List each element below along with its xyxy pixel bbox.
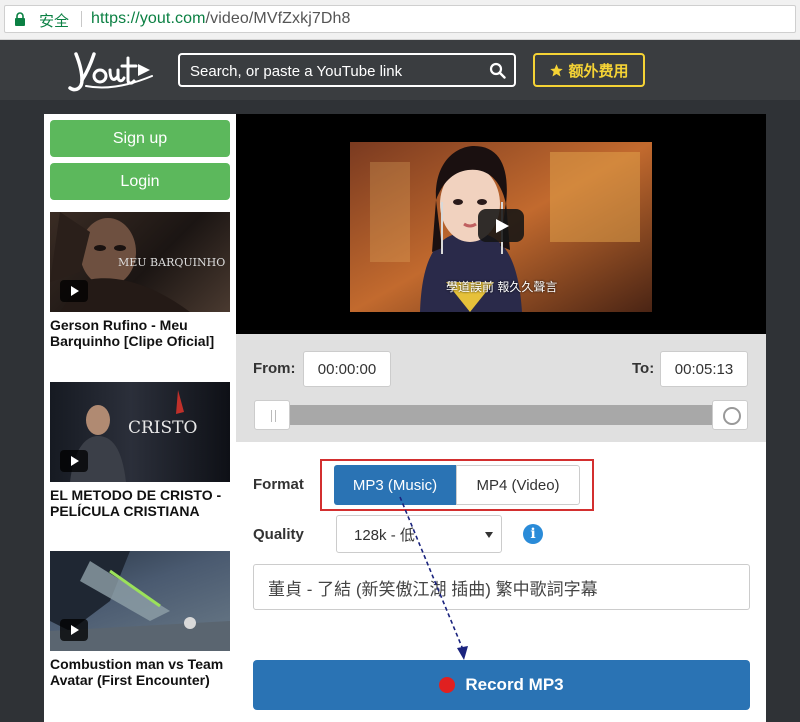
url-path: /video/MVfZxkj7Dh8 [205, 10, 351, 27]
signup-button[interactable]: Sign up [50, 120, 230, 157]
from-time-input[interactable]: 00:00:00 [303, 351, 391, 387]
video-thumbnail[interactable]: CRISTO [50, 382, 230, 482]
star-icon [550, 63, 564, 76]
url-host: https://yout.com [91, 10, 206, 27]
quality-select[interactable]: 128k - 低 [336, 515, 502, 553]
play-icon[interactable] [60, 280, 88, 302]
search-icon[interactable] [489, 62, 506, 79]
title-input[interactable]: 董貞 - 了結 (新笑傲江湖 插曲) 繁中歌詞字幕 [253, 564, 750, 610]
quality-value: 128k - 低 [354, 526, 415, 544]
browser-address-bar: 安全 https://yout.com/video/MVfZxkj7Dh8 [0, 0, 800, 40]
video-title[interactable]: Gerson Rufino - Meu Barquinho [Clipe Ofi… [50, 317, 230, 349]
to-label: To: [632, 360, 655, 377]
options-panel: Format MP3 (Music) MP4 (Video) Quality 1… [236, 442, 766, 722]
url-text[interactable]: https://yout.com/video/MVfZxkj7Dh8 [91, 10, 351, 28]
play-icon[interactable] [60, 619, 88, 641]
left-sidebar: Sign up Login MEU BARQUINHO Gerson Rufin… [44, 114, 236, 722]
lock-icon [15, 12, 25, 26]
premium-button[interactable]: 额外费用 [533, 53, 645, 87]
from-label: From: [253, 360, 296, 377]
chevron-down-icon [485, 532, 493, 538]
play-icon[interactable] [478, 209, 524, 242]
record-dot-icon [439, 677, 456, 693]
search-box[interactable] [178, 53, 516, 87]
yout-logo-icon[interactable] [66, 46, 156, 94]
video-thumbnail[interactable]: MEU BARQUINHO [50, 212, 230, 312]
trim-end-handle[interactable] [712, 400, 748, 430]
related-video-1[interactable]: MEU BARQUINHO Gerson Rufino - Meu Barqui… [50, 212, 230, 349]
trim-start-handle[interactable] [254, 400, 290, 430]
video-frame[interactable]: 學道誤前 報久久聲言 [350, 142, 652, 312]
related-video-2[interactable]: CRISTO EL METODO DE CRISTO - PELÍCULA CR… [50, 382, 230, 519]
thumbnail-caption: CRISTO [128, 418, 198, 438]
quality-label: Quality [253, 526, 304, 543]
trim-panel: From: 00:00:00 To: 00:05:13 [236, 334, 766, 442]
to-time-input[interactable]: 00:05:13 [660, 351, 748, 387]
format-label: Format [253, 476, 304, 493]
url-separator [81, 11, 82, 27]
trim-slider-track[interactable] [254, 405, 748, 425]
info-icon[interactable]: i [523, 524, 543, 544]
url-bar[interactable]: 安全 https://yout.com/video/MVfZxkj7Dh8 [4, 5, 796, 33]
play-icon[interactable] [60, 450, 88, 472]
record-label: Record MP3 [465, 675, 564, 694]
related-video-3[interactable]: Combustion man vs Team Avatar (First Enc… [50, 551, 230, 688]
search-input[interactable] [190, 61, 480, 81]
record-mp3-button[interactable]: Record MP3 [253, 660, 750, 710]
video-title[interactable]: EL METODO DE CRISTO - PELÍCULA CRISTIANA [50, 487, 230, 519]
video-thumbnail[interactable] [50, 551, 230, 651]
video-title[interactable]: Combustion man vs Team Avatar (First Enc… [50, 656, 230, 688]
format-mp3-button[interactable]: MP3 (Music) [334, 465, 456, 505]
login-button[interactable]: Login [50, 163, 230, 200]
site-header: 额外费用 [0, 40, 800, 100]
video-subtitle: 學道誤前 報久久聲言 [446, 280, 558, 294]
video-player[interactable]: 學道誤前 報久久聲言 [236, 114, 766, 334]
format-mp4-button[interactable]: MP4 (Video) [456, 465, 580, 505]
thumbnail-caption: MEU BARQUINHO [118, 256, 226, 269]
premium-label: 额外费用 [568, 62, 629, 80]
secure-label: 安全 [39, 13, 70, 30]
